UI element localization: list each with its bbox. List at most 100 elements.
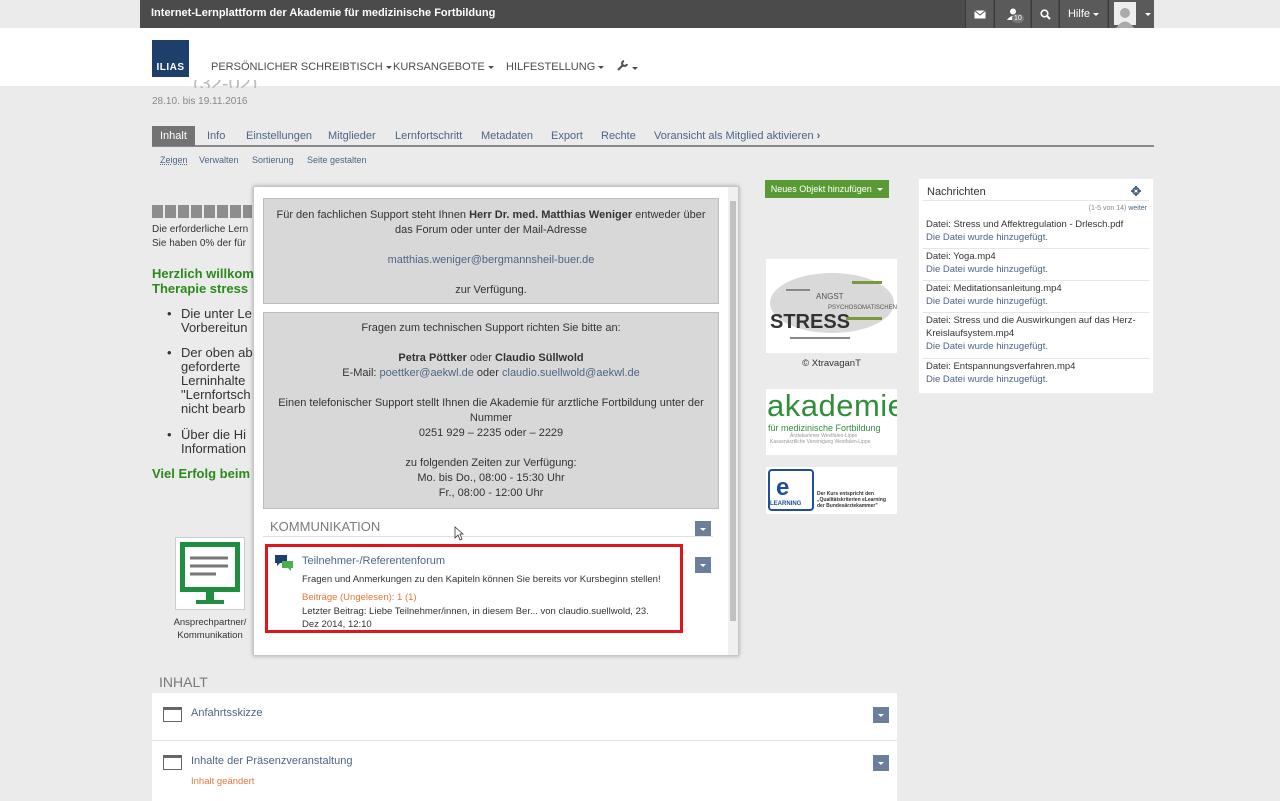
- subtab-show[interactable]: Zeigen: [160, 155, 188, 165]
- news-item[interactable]: Datei: Meditationsanleitung.mp4 Die Date…: [926, 282, 1148, 308]
- scrollbar-thumb[interactable]: [730, 201, 736, 621]
- tab-member-preview[interactable]: Voransicht als Mitglied aktivieren ›: [646, 126, 828, 146]
- progress-bar: [152, 205, 253, 218]
- news-item-title: Datei: Entspannungsverfahren.mp4: [926, 361, 1076, 372]
- help-menu[interactable]: Hilfe: [1059, 0, 1107, 28]
- tech-support-text: oder: [473, 367, 502, 379]
- forum-last-post: Letzter Beitrag: Liebe Teilnehmer/innen,…: [302, 605, 680, 631]
- news-item[interactable]: Datei: Stress und Affektregulation - Drl…: [926, 218, 1148, 244]
- search-button[interactable]: [1031, 0, 1058, 28]
- gear-icon[interactable]: [1131, 186, 1141, 196]
- bullet-1a: Die unter Le: [181, 306, 252, 321]
- news-item-title: Datei: Stress und die Auswirkungen auf d…: [926, 315, 1136, 326]
- news-item-title: Datei: Stress und Affektregulation - Drl…: [926, 219, 1124, 230]
- tab-bar: Inhalt Info Einstellungen Mitglieder Ler…: [152, 126, 1154, 147]
- forum-title-link[interactable]: Teilnehmer-/Referentenforum: [302, 555, 445, 567]
- subtab-manage[interactable]: Verwalten: [199, 155, 239, 165]
- contact-tile[interactable]: [175, 537, 245, 610]
- chevron-down-icon: [632, 66, 638, 70]
- news-item-subtitle: Die Datei wurde hinzugefügt.: [926, 296, 1048, 307]
- news-title: Nachrichten: [927, 186, 986, 198]
- tab-content[interactable]: Inhalt: [152, 126, 195, 146]
- elearning-line: der Bundesärztekammer": [817, 503, 878, 509]
- user-menu[interactable]: [1108, 0, 1154, 28]
- divider: [923, 248, 1149, 249]
- akademie-subline: Kassenärztliche Vereinigung Westfalen-Li…: [770, 439, 871, 445]
- bullet-2b: geforderte: [181, 359, 241, 374]
- welcome-line-2: Therapie stress: [152, 281, 249, 296]
- ilias-logo[interactable]: ILIAS: [152, 40, 189, 77]
- subtab-page-layout[interactable]: Seite gestalten: [307, 155, 367, 165]
- tab-permissions[interactable]: Rechte: [593, 126, 644, 146]
- item-actions-button[interactable]: [873, 755, 889, 771]
- professional-support-box: Für den fachlichen Support steht Ihnen H…: [263, 198, 719, 304]
- content-item-title[interactable]: Inhalte der Präsenzveranstaltung: [191, 755, 352, 767]
- contacts-button[interactable]: 10: [994, 0, 1030, 28]
- progress-text-1: Die erforderliche Lern: [152, 224, 249, 235]
- support-text: entweder über: [632, 209, 706, 221]
- forum-item[interactable]: Teilnehmer-/Referentenforum Fragen und A…: [265, 544, 683, 633]
- tab-info[interactable]: Info: [199, 126, 233, 146]
- divider: [923, 200, 1149, 201]
- stress-cloud-word: STRESS: [770, 311, 850, 333]
- bullet-2d: "Lernfortsch: [181, 387, 251, 402]
- news-item[interactable]: Datei: Stress und die Auswirkungen auf d…: [926, 314, 1148, 353]
- akademie-logo: akademie für medizinische Fortbildung Är…: [766, 389, 897, 455]
- bullet-2a: Der oben ab: [181, 345, 253, 360]
- add-new-object-button[interactable]: Neues Objekt hinzufügen: [765, 180, 889, 198]
- content-item[interactable]: Anfahrtsskizze: [152, 693, 897, 740]
- last-post-line: Letzter Beitrag: Liebe Teilnehmer/innen,…: [302, 606, 649, 617]
- block-actions-button[interactable]: [695, 521, 711, 537]
- tab-export[interactable]: Export: [543, 126, 591, 146]
- chevron-down-icon: [487, 65, 494, 69]
- support-email-link[interactable]: matthias.weniger@bergmannsheil-buer.de: [388, 254, 595, 266]
- bullet-3b: Information: [181, 441, 247, 456]
- tile-label-line: Kommunikation: [177, 630, 243, 641]
- tab-learning-progress[interactable]: Lernfortschritt: [387, 126, 470, 146]
- course-title: (32-02): [193, 80, 257, 88]
- news-paging: (1-5 von 14) weiter: [1089, 205, 1147, 212]
- folder-icon: [163, 707, 182, 722]
- hours-text: Mo. bis Do., 08:00 - 15:30 Uhr: [417, 472, 565, 484]
- nav-courses[interactable]: KURSANGEBOTE: [393, 61, 494, 73]
- tech-email-link[interactable]: poettker@aekwl.de: [380, 367, 474, 379]
- forum-actions-button[interactable]: [695, 557, 711, 573]
- stress-cloud-word: ANGST: [816, 292, 844, 301]
- scrollbar[interactable]: [728, 187, 738, 655]
- bullet-2c: Lerninhalte: [181, 373, 246, 388]
- news-item-subtitle: Die Datei wurde hinzugefügt.: [926, 341, 1048, 352]
- news-item[interactable]: Datei: Yoga.mp4 Die Datei wurde hinzugef…: [926, 250, 1148, 276]
- bullet-3a: Über die Hi: [181, 427, 247, 442]
- nav-label: KURSANGEBOTE: [393, 61, 485, 73]
- nav-help[interactable]: HILFESTELLUNG: [506, 61, 605, 73]
- news-item-subtitle: Die Datei wurde hinzugefügt.: [926, 374, 1048, 385]
- news-item-title: Datei: Meditationsanleitung.mp4: [926, 283, 1062, 294]
- top-bar: Internet-Lernplattform der Akademie für …: [0, 0, 1280, 28]
- section-title: KOMMUNIKATION: [270, 519, 381, 534]
- news-more-link[interactable]: weiter: [1128, 205, 1147, 212]
- tab-settings[interactable]: Einstellungen: [238, 126, 320, 146]
- tech-email-link[interactable]: claudio.suellwold@aekwl.de: [502, 367, 640, 379]
- svg-text:e: e: [776, 474, 789, 501]
- image-credit: © XtravaganT: [802, 358, 861, 369]
- bullet-dot: •: [167, 306, 172, 321]
- welcome-line-1: Herzlich willkom: [152, 266, 254, 281]
- avatar: [1114, 2, 1136, 28]
- support-text: das Forum oder unter der Mail-Adresse: [395, 224, 587, 236]
- tools-menu[interactable]: [617, 59, 638, 74]
- support-name: Herr Dr. med. Matthias Weniger: [469, 209, 633, 221]
- item-actions-button[interactable]: [873, 707, 889, 723]
- mail-button[interactable]: [965, 0, 993, 28]
- content-item-title[interactable]: Anfahrtsskizze: [191, 707, 263, 719]
- nav-personal-desk[interactable]: PERSÖNLICHER SCHREIBTISCH: [211, 61, 392, 73]
- platform-title: Internet-Lernplattform der Akademie für …: [151, 7, 496, 19]
- subtab-sorting[interactable]: Sortierung: [252, 155, 294, 165]
- chevron-right-icon: ›: [816, 130, 821, 142]
- content-item[interactable]: Inhalte der Präsenzveranstaltung Inhalt …: [152, 741, 897, 801]
- chevron-down-icon: [877, 188, 884, 192]
- last-post-line: Dez 2014, 12:10: [302, 619, 372, 630]
- tab-members[interactable]: Mitglieder: [320, 126, 384, 146]
- news-item[interactable]: Datei: Entspannungsverfahren.mp4 Die Dat…: [926, 360, 1148, 386]
- tab-metadata[interactable]: Metadaten: [473, 126, 541, 146]
- wrench-icon: [617, 60, 628, 71]
